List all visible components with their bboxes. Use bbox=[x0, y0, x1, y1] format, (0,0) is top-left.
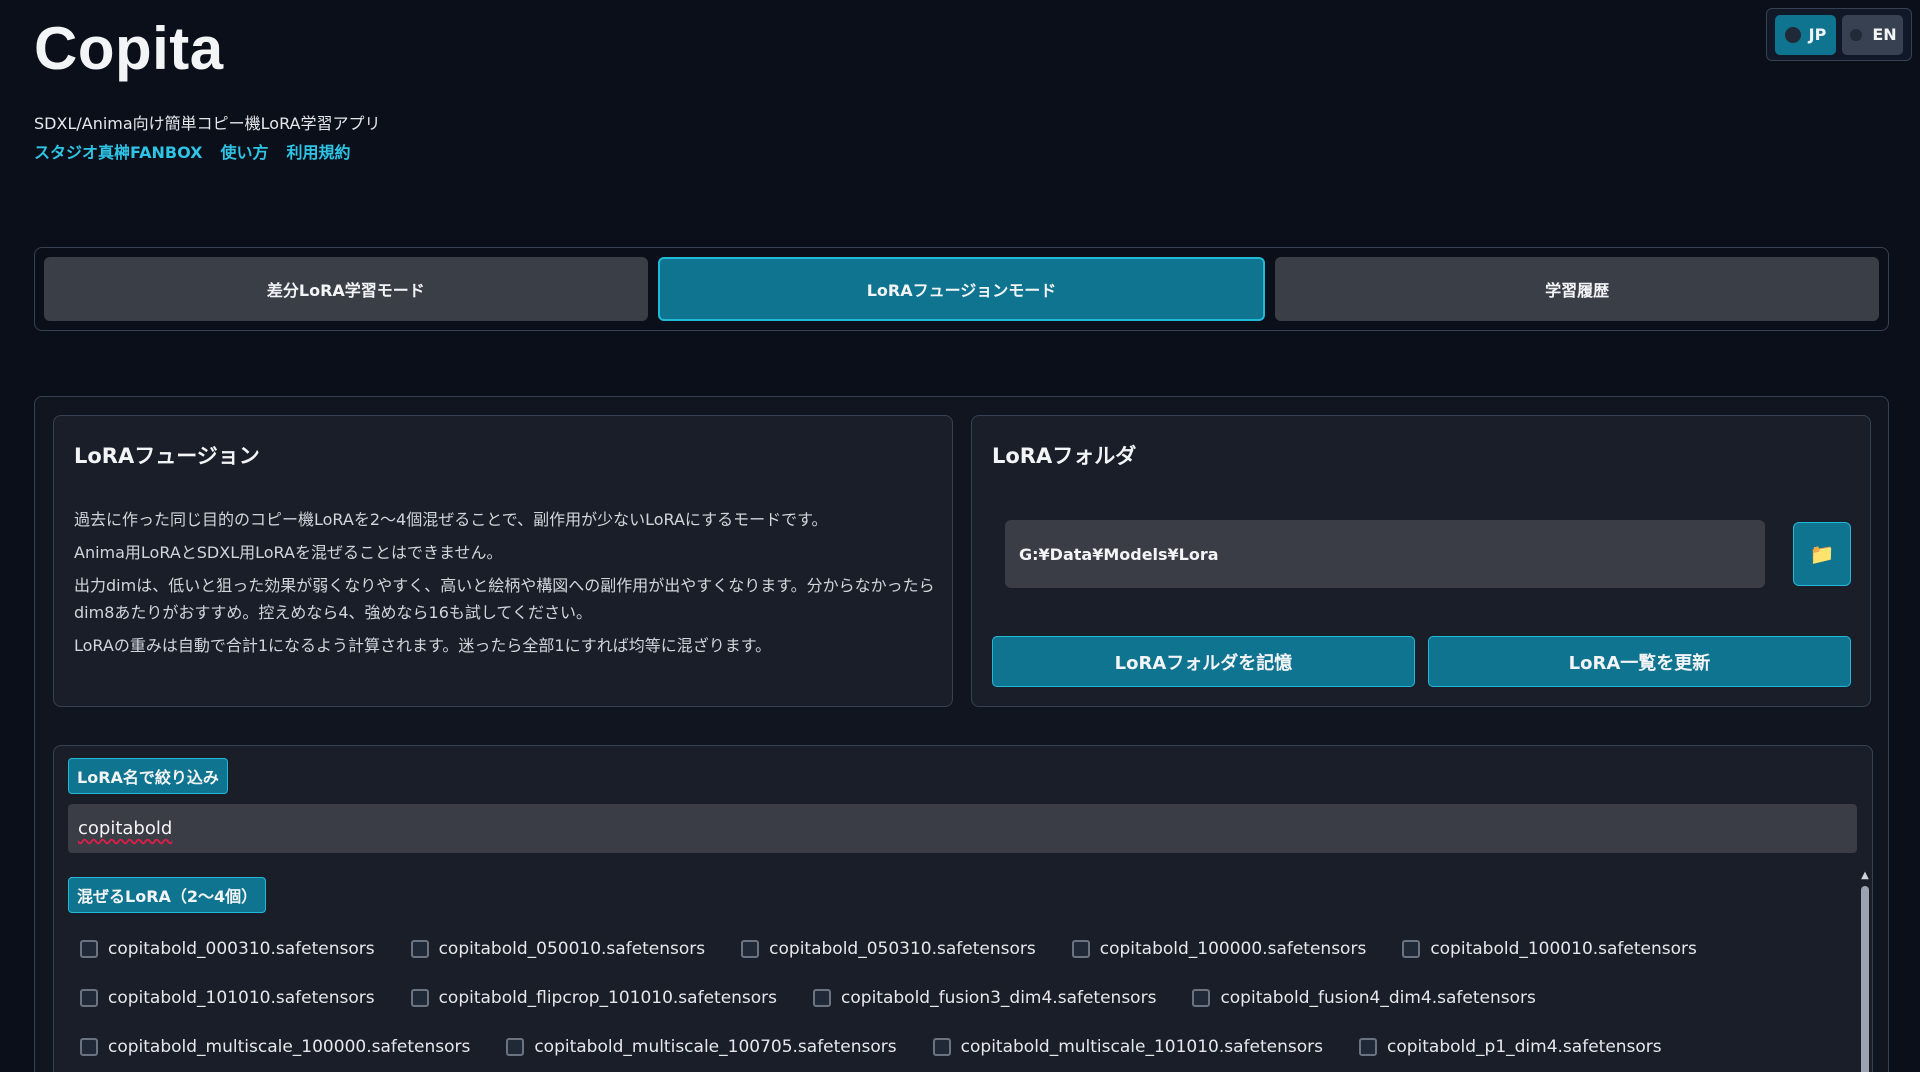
lang-en-button[interactable]: EN bbox=[1842, 14, 1903, 55]
lora-checkbox[interactable]: copitabold_multiscale_100705.safetensors bbox=[506, 1036, 897, 1057]
lora-checkbox[interactable]: copitabold_fusion4_dim4.safetensors bbox=[1192, 987, 1536, 1008]
list-scrollbar[interactable]: ▲ bbox=[1859, 870, 1871, 1072]
fusion-description: 過去に作った同じ目的のコピー機LoRAを2〜4個混ぜることで、副作用が少ないLo… bbox=[74, 506, 944, 665]
lora-folder-title: LoRAフォルダ bbox=[992, 444, 1137, 468]
refresh-lora-list-button[interactable]: LoRA一覧を更新 bbox=[1428, 636, 1851, 687]
lora-name: copitabold_fusion4_dim4.safetensors bbox=[1220, 987, 1536, 1008]
lang-jp-button[interactable]: JP bbox=[1775, 14, 1836, 55]
checkbox-box[interactable] bbox=[80, 1037, 98, 1056]
lora-name: copitabold_050310.safetensors bbox=[769, 938, 1036, 959]
browse-folder-button[interactable]: 📁 bbox=[1793, 522, 1851, 586]
lora-name: copitabold_000310.safetensors bbox=[108, 938, 375, 959]
checkbox-box[interactable] bbox=[932, 1037, 951, 1056]
lora-checkbox[interactable]: copitabold_multiscale_100000.safetensors bbox=[80, 1037, 470, 1057]
checkbox-box[interactable] bbox=[1192, 988, 1211, 1007]
app-subtitle: SDXL/Anima向け簡単コピー機LoRA学習アプリ bbox=[34, 114, 381, 133]
app-title: Copita bbox=[34, 15, 224, 82]
lora-checkbox[interactable]: copitabold_000310.safetensors bbox=[80, 939, 375, 959]
checkbox-box[interactable] bbox=[813, 988, 832, 1007]
checkbox-row: copitabold_000310.safetensors copitabold… bbox=[80, 924, 1840, 973]
checkbox-box[interactable] bbox=[410, 939, 429, 958]
lora-checkbox[interactable]: copitabold_multiscale_101010.safetensors bbox=[932, 1036, 1323, 1057]
radio-unselected-icon bbox=[1848, 26, 1865, 43]
lora-name: copitabold_fusion3_dim4.safetensors bbox=[841, 987, 1157, 1008]
checkbox-box[interactable] bbox=[80, 988, 98, 1007]
lora-checkbox[interactable]: copitabold_101010.safetensors bbox=[80, 988, 375, 1008]
usage-link[interactable]: 使い方 bbox=[220, 139, 268, 163]
lang-jp-label: JP bbox=[1808, 25, 1827, 44]
lora-name: copitabold_multiscale_100000.safetensors bbox=[108, 1036, 471, 1057]
checkbox-box[interactable] bbox=[1402, 939, 1421, 958]
mix-lora-label: 混ぜるLoRA（2〜4個） bbox=[68, 877, 267, 913]
folder-icon: 📁 bbox=[1809, 542, 1835, 566]
fusion-info-title: LoRAフュージョン bbox=[74, 444, 260, 468]
lora-name: copitabold_multiscale_101010.safetensors bbox=[960, 1036, 1323, 1057]
lang-en-label: EN bbox=[1872, 25, 1897, 44]
lora-filter-input[interactable]: copitabold bbox=[68, 804, 1857, 853]
fusion-info-card: LoRAフュージョン 過去に作った同じ目的のコピー機LoRAを2〜4個混ぜること… bbox=[53, 415, 953, 707]
mode-tabs: 差分LoRA学習モード LoRAフュージョンモード 学習履歴 bbox=[34, 247, 1889, 331]
save-folder-button[interactable]: LoRAフォルダを記憶 bbox=[992, 636, 1415, 687]
description-line: LoRAの重みは自動で合計1になるよう計算されます。迷ったら全部1にすれば均等に… bbox=[74, 636, 772, 655]
lora-name: copitabold_multiscale_100705.safetensors bbox=[534, 1036, 897, 1057]
filter-label: LoRA名で絞り込み bbox=[68, 758, 228, 794]
checkbox-box[interactable] bbox=[80, 939, 98, 958]
lora-name: copitabold_flipcrop_101010.safetensors bbox=[438, 987, 778, 1008]
lora-checkbox[interactable]: copitabold_flipcrop_101010.safetensors bbox=[410, 987, 778, 1008]
tab-diff-lora[interactable]: 差分LoRA学習モード bbox=[44, 257, 648, 321]
fusion-panel: LoRAフュージョン 過去に作った同じ目的のコピー機LoRAを2〜4個混ぜること… bbox=[34, 396, 1889, 1072]
fanbox-link[interactable]: スタジオ真榊FANBOX bbox=[34, 139, 202, 163]
lora-checkbox[interactable]: copitabold_050010.safetensors bbox=[410, 938, 706, 959]
description-line: 過去に作った同じ目的のコピー機LoRAを2〜4個混ぜることで、副作用が少ないLo… bbox=[74, 510, 828, 529]
checkbox-row: copitabold_multiscale_100000.safetensors… bbox=[80, 1022, 1840, 1071]
lora-name: copitabold_101010.safetensors bbox=[108, 987, 375, 1008]
lora-checkbox[interactable]: copitabold_100010.safetensors bbox=[1402, 939, 1697, 959]
filter-value: copitabold bbox=[78, 818, 173, 839]
scroll-up-arrow-icon[interactable]: ▲ bbox=[1859, 870, 1871, 881]
language-switcher: JP EN bbox=[1766, 8, 1912, 61]
checkbox-box[interactable] bbox=[1071, 939, 1090, 958]
description-line: 出力dimは、低いと狙った効果が弱くなりやすく、高いと絵柄や構図への副作用が出や… bbox=[74, 576, 935, 622]
lora-name: copitabold_100010.safetensors bbox=[1430, 938, 1697, 959]
lora-name: copitabold_p1_dim4.safetensors bbox=[1386, 1036, 1662, 1057]
lora-checkbox[interactable]: copitabold_100000.safetensors bbox=[1071, 938, 1367, 959]
lora-name: copitabold_100000.safetensors bbox=[1099, 938, 1367, 959]
header-links: スタジオ真榊FANBOX 使い方 利用規約 bbox=[34, 139, 350, 163]
checkbox-box[interactable] bbox=[1358, 1037, 1377, 1056]
lora-checkbox[interactable]: copitabold_fusion3_dim4.safetensors bbox=[813, 988, 1156, 1008]
lora-select-card: LoRA名で絞り込み copitabold 混ぜるLoRA（2〜4個） copi… bbox=[53, 745, 1873, 1072]
checkbox-box[interactable] bbox=[741, 939, 760, 958]
lora-checkbox[interactable]: copitabold_050310.safetensors bbox=[741, 939, 1036, 959]
scroll-thumb[interactable] bbox=[1861, 886, 1869, 1072]
lora-checkbox-list: copitabold_000310.safetensors copitabold… bbox=[80, 924, 1840, 1071]
checkbox-box[interactable] bbox=[410, 988, 429, 1007]
tab-history[interactable]: 学習履歴 bbox=[1275, 257, 1880, 321]
lora-name: copitabold_050010.safetensors bbox=[438, 938, 706, 959]
description-line: Anima用LoRAとSDXL用LoRAを混ぜることはできません。 bbox=[74, 543, 503, 562]
radio-selected-icon bbox=[1784, 26, 1801, 43]
terms-link[interactable]: 利用規約 bbox=[286, 139, 350, 163]
lora-folder-card: LoRAフォルダ G:¥Data¥Models¥Lora 📁 LoRAフォルダを… bbox=[971, 415, 1871, 707]
checkbox-box[interactable] bbox=[506, 1037, 525, 1056]
tab-lora-fusion[interactable]: LoRAフュージョンモード bbox=[657, 257, 1266, 321]
lora-folder-input[interactable]: G:¥Data¥Models¥Lora bbox=[1005, 520, 1765, 588]
lora-checkbox[interactable]: copitabold_p1_dim4.safetensors bbox=[1358, 1036, 1662, 1057]
checkbox-row: copitabold_101010.safetensors copitabold… bbox=[80, 973, 1840, 1022]
